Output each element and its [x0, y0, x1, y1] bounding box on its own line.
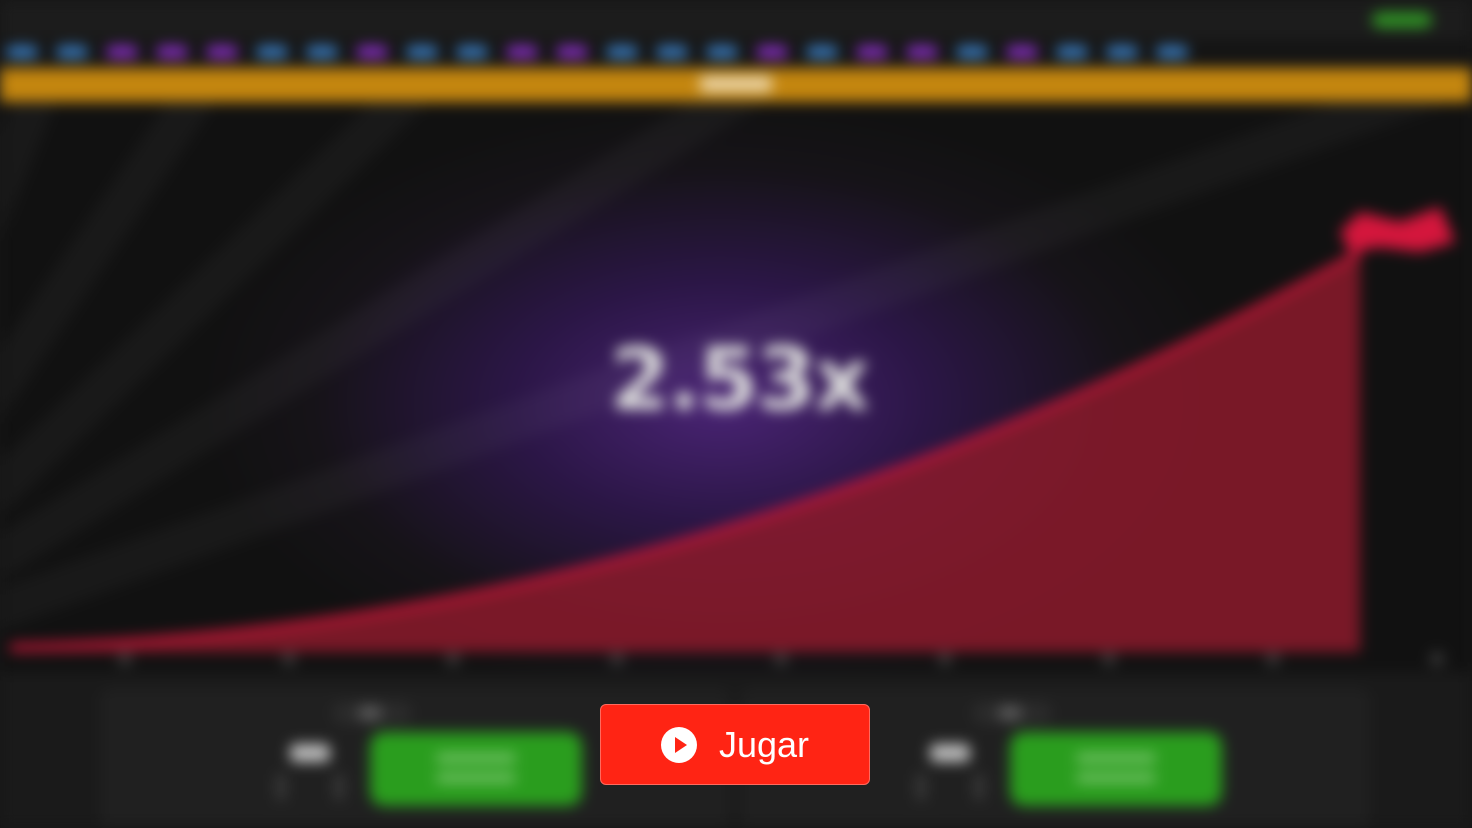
axis-dot [610, 652, 624, 666]
history-chip [1106, 46, 1138, 58]
bet-amount-stepper[interactable] [260, 738, 360, 808]
history-chip [556, 46, 588, 58]
axis-dot [1102, 652, 1116, 666]
bet-amount-value [290, 744, 330, 762]
history-chip [656, 46, 688, 58]
history-chip [206, 46, 238, 58]
axis-dot [1430, 652, 1444, 666]
current-multiplier: 2.53x [610, 330, 870, 430]
quick-amount-button[interactable] [916, 774, 926, 800]
history-chip [906, 46, 938, 58]
history-chip [506, 46, 538, 58]
place-bet-button[interactable] [1010, 732, 1222, 806]
history-chip [56, 46, 88, 58]
axis-dot [446, 652, 460, 666]
axis-dot [118, 652, 132, 666]
toggle-knob [358, 706, 382, 720]
play-button[interactable]: Jugar [600, 704, 870, 785]
time-axis [0, 652, 1472, 668]
toggle-knob [998, 706, 1022, 720]
axis-dot [282, 652, 296, 666]
place-bet-button[interactable] [370, 732, 582, 806]
bet-mode-toggle[interactable] [972, 702, 1052, 724]
history-chip [256, 46, 288, 58]
axis-dot [774, 652, 788, 666]
history-chip [306, 46, 338, 58]
history-chip [606, 46, 638, 58]
top-bar [0, 0, 1472, 40]
bet-amount-stepper[interactable] [900, 738, 1000, 808]
plane-icon [1340, 207, 1455, 252]
round-status-label [700, 76, 772, 92]
history-chip [456, 46, 488, 58]
history-chip [756, 46, 788, 58]
history-chip [356, 46, 388, 58]
history-chip [156, 46, 188, 58]
play-button-label: Jugar [718, 723, 810, 765]
history-chip [406, 46, 438, 58]
axis-dot [938, 652, 952, 666]
history-chip [1006, 46, 1038, 58]
bet-button-amount [436, 774, 516, 782]
game-screen: 2.53x Jugar [0, 0, 1472, 828]
quick-amount-button[interactable] [276, 774, 286, 800]
history-chip [6, 46, 38, 58]
play-circle-icon [660, 726, 697, 763]
bet-button-text [1076, 754, 1156, 762]
quick-amount-button[interactable] [334, 774, 344, 800]
history-chip [106, 46, 138, 58]
balance-indicator [1372, 12, 1432, 28]
quick-amount-button[interactable] [974, 774, 984, 800]
bet-button-amount [1076, 774, 1156, 782]
history-chip [1156, 46, 1188, 58]
axis-dot [1266, 652, 1280, 666]
history-chip [956, 46, 988, 58]
bet-amount-value [930, 744, 970, 762]
history-chip [1056, 46, 1088, 58]
history-chip [706, 46, 738, 58]
bet-button-text [436, 754, 516, 762]
history-chip [806, 46, 838, 58]
bet-mode-toggle[interactable] [332, 702, 412, 724]
curve-area [10, 252, 1360, 652]
history-chip [856, 46, 888, 58]
round-history [0, 46, 1188, 58]
